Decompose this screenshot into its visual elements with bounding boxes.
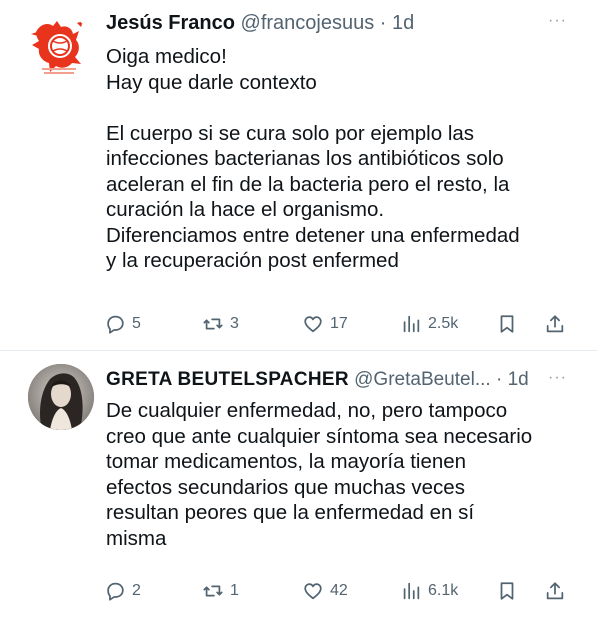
tweet-line: misma <box>106 526 167 550</box>
more-options-icon[interactable]: ··· <box>548 369 567 387</box>
tweet[interactable]: Jesús Franco @francojesuus · 1d ··· Oiga… <box>0 0 597 350</box>
like-count: 17 <box>330 315 348 332</box>
tweet-line: Oiga medico! <box>106 45 227 68</box>
like-button[interactable]: 17 <box>302 309 348 339</box>
separator-dot: · <box>379 12 387 34</box>
retweet-count: 3 <box>230 315 239 332</box>
separator-dot: · <box>495 369 503 390</box>
team-logo-icon <box>31 21 83 74</box>
retweet-button[interactable]: 3 <box>202 309 239 339</box>
bookmark-icon <box>500 315 514 333</box>
view-count: 2.5k <box>428 315 459 332</box>
reply-count: 5 <box>132 315 141 332</box>
profile-photo-icon <box>28 364 94 430</box>
views-button[interactable]: 6.1k <box>400 576 458 606</box>
view-count: 6.1k <box>428 582 459 599</box>
like-button[interactable]: 42 <box>302 576 348 606</box>
tweet-header: GRETA BEUTELSPACHER @GretaBeutel... · 1d <box>106 368 529 392</box>
share-icon <box>546 582 564 600</box>
tweet-text: De cualquier enfermedad, no, pero tampoc… <box>106 398 566 551</box>
tweet-line: infecciones bacterianas los antibióticos… <box>106 147 504 170</box>
tweet[interactable]: GRETA BEUTELSPACHER @GretaBeutel... · 1d… <box>0 351 597 620</box>
tweet-line: Hay que darle contexto <box>106 70 317 94</box>
views-button[interactable]: 2.5k <box>400 309 458 339</box>
heart-icon <box>304 316 322 333</box>
more-options-icon[interactable]: ··· <box>548 12 567 30</box>
retweet-button[interactable]: 1 <box>202 576 239 606</box>
bookmark-icon <box>500 582 514 600</box>
tweet-header: Jesús Franco @francojesuus · 1d <box>106 11 414 35</box>
reply-count: 2 <box>132 582 141 599</box>
timestamp[interactable]: 1d <box>508 369 529 390</box>
tweet-line: y la recuperación post enfermed <box>106 249 399 272</box>
retweet-icon <box>203 318 223 330</box>
heart-icon <box>304 583 322 600</box>
action-bar: 2 1 42 6.1k <box>104 576 574 606</box>
author-handle[interactable]: @francojesuus <box>241 12 375 34</box>
reply-button[interactable]: 2 <box>104 576 141 606</box>
author-handle[interactable]: @GretaBeutel... <box>354 369 491 390</box>
tweet-line: resultan peores que la enfermedad en sí <box>106 501 475 524</box>
tweet-line: tomar medicamentos, la mayoría tienen <box>106 450 467 473</box>
retweet-icon <box>203 585 223 597</box>
tweet-line: efectos secundarios que muchas veces <box>106 475 465 499</box>
bookmark-button[interactable] <box>496 309 518 339</box>
author-name[interactable]: Jesús Franco <box>106 12 235 34</box>
avatar[interactable] <box>28 364 94 430</box>
tweet-line: creo que ante cualquier síntoma sea nece… <box>106 424 533 448</box>
like-count: 42 <box>330 582 348 599</box>
avatar[interactable] <box>26 14 92 80</box>
tweet-text: Oiga medico! Hay que darle contexto El c… <box>106 44 576 274</box>
reply-icon <box>107 582 124 601</box>
views-icon <box>403 315 420 333</box>
views-icon <box>403 582 420 600</box>
author-name[interactable]: GRETA BEUTELSPACHER <box>106 369 349 390</box>
reply-icon <box>107 315 124 334</box>
tweet-line: curación la hace el organismo. <box>106 198 385 221</box>
bookmark-button[interactable] <box>496 576 518 606</box>
tweet-line: El cuerpo si se cura solo por ejemplo la… <box>106 121 475 145</box>
reply-button[interactable]: 5 <box>104 309 141 339</box>
tweet-line: aceleran el fin de la bacteria pero el r… <box>106 172 510 196</box>
share-button[interactable] <box>544 576 566 606</box>
timestamp[interactable]: 1d <box>392 12 414 34</box>
tweet-line: Diferenciamos entre detener una enfermed… <box>106 223 520 247</box>
share-button[interactable] <box>544 309 566 339</box>
tweet-line: De cualquier enfermedad, no, pero tampoc… <box>106 399 508 422</box>
share-icon <box>546 315 564 333</box>
retweet-count: 1 <box>230 582 239 599</box>
action-bar: 5 3 17 2.5k <box>104 309 574 339</box>
